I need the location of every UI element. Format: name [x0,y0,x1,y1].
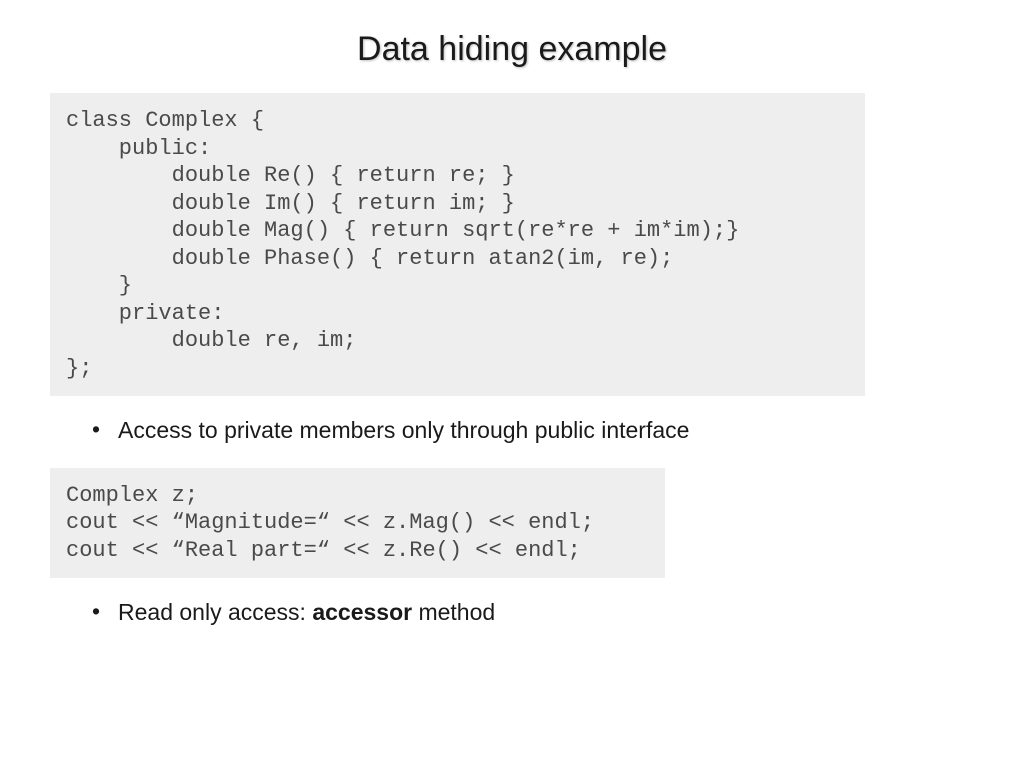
bullet2-suffix: method [412,599,495,625]
bullet-item-2: • Read only access: accessor method [92,598,974,628]
slide-title: Data hiding example [50,30,974,69]
bullet2-bold: accessor [312,599,412,625]
bullet2-prefix: Read only access: [118,599,312,625]
bullet-icon: • [92,598,118,625]
code-block-usage: Complex z; cout << “Magnitude=“ << z.Mag… [50,468,665,579]
bullet-icon: • [92,416,118,443]
code-block-class: class Complex { public: double Re() { re… [50,93,865,396]
bullet-item-1: • Access to private members only through… [92,416,974,446]
bullet-text-1: Access to private members only through p… [118,416,689,446]
bullet-text-2: Read only access: accessor method [118,598,495,628]
